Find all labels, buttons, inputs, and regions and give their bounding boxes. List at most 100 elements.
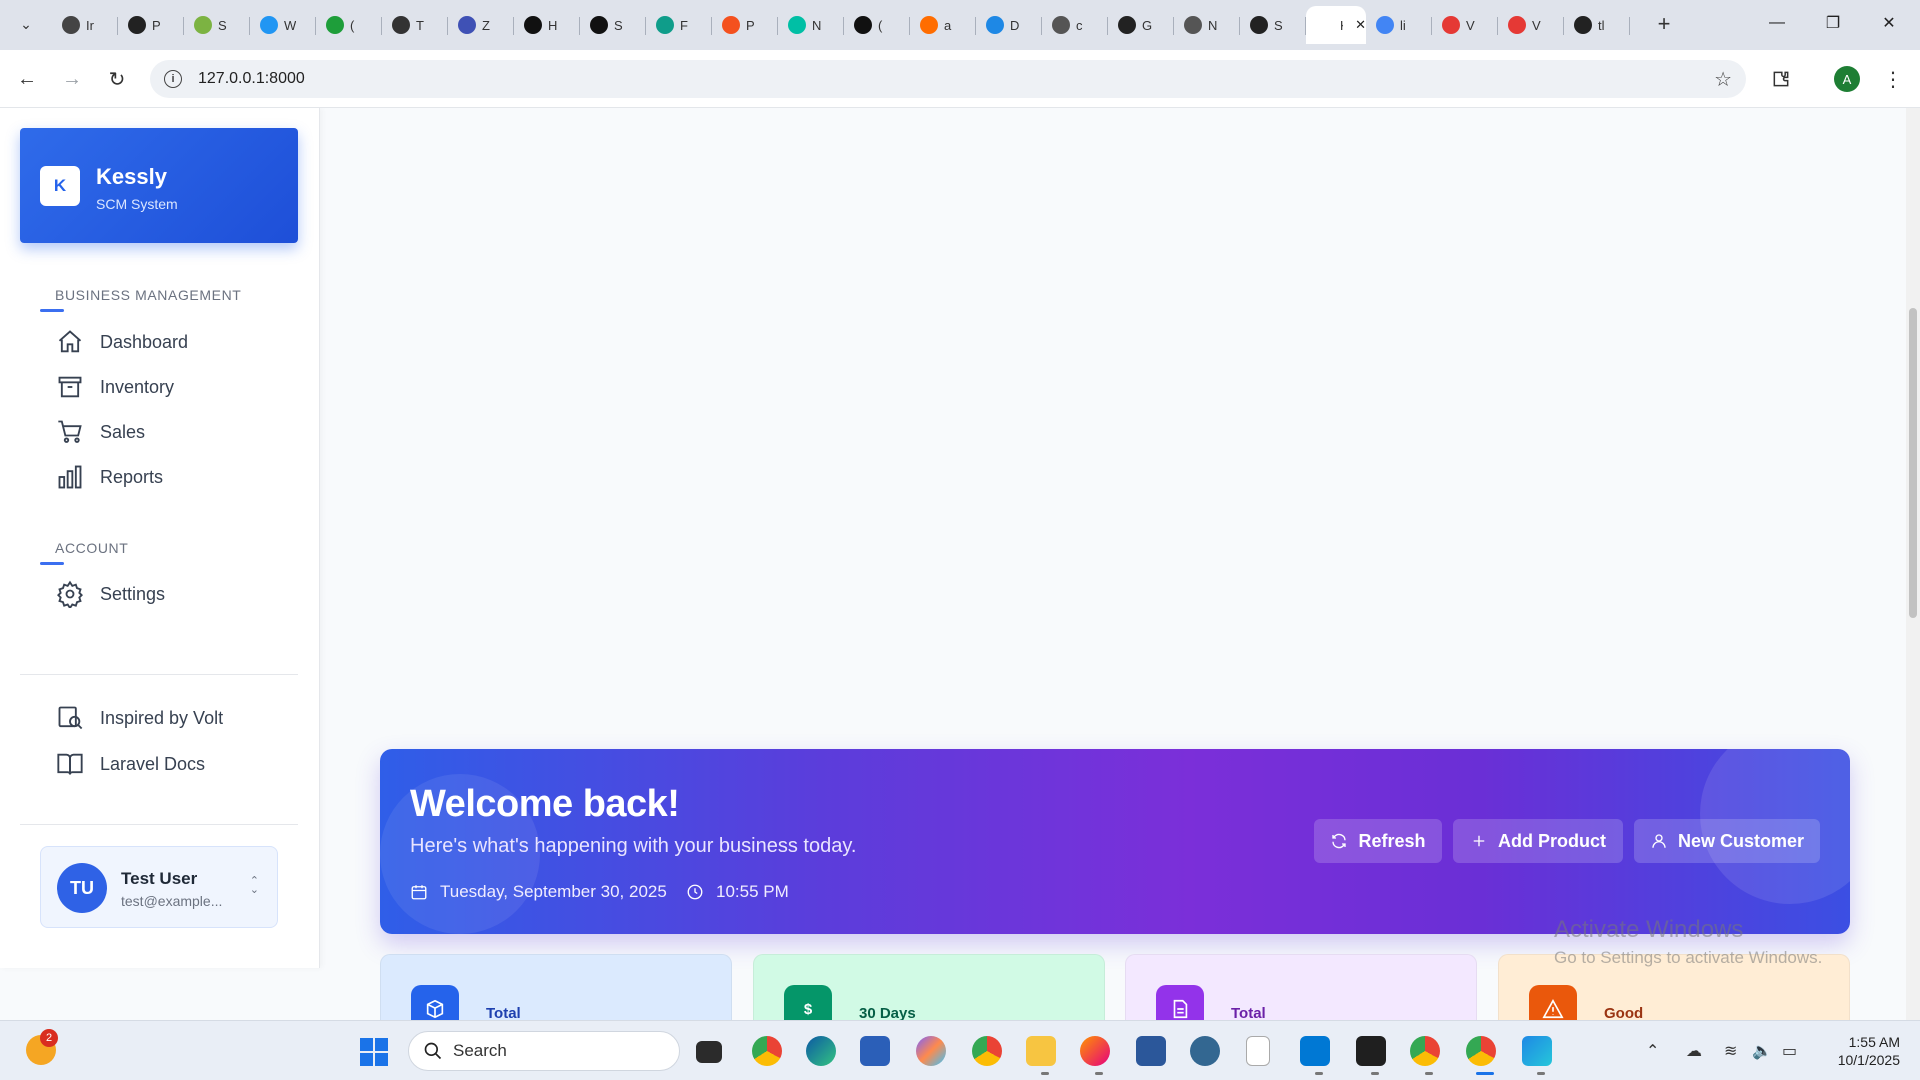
browser-tab[interactable]: Z [448, 6, 514, 44]
browser-tab[interactable]: V [1498, 6, 1564, 44]
new-customer-button[interactable]: New Customer [1634, 819, 1820, 863]
sidebar-item-dashboard[interactable]: Dashboard [56, 324, 296, 360]
browser-tab[interactable]: H [514, 6, 580, 44]
user-menu[interactable]: TU Test User test@example... ⌃ ⌄ [40, 846, 278, 928]
postgres-app-icon[interactable] [1190, 1036, 1220, 1066]
browser-tab[interactable]: Ir [52, 6, 118, 44]
stat-card-total-products[interactable]: Total [380, 954, 732, 1020]
terminal-app-icon[interactable] [1356, 1036, 1386, 1066]
sidebar-item-reports[interactable]: Reports [56, 459, 296, 495]
back-icon[interactable]: ← [12, 64, 42, 94]
photos-app-icon[interactable] [1522, 1036, 1552, 1066]
refresh-button[interactable]: Refresh [1314, 819, 1442, 863]
copilot-app-icon[interactable] [916, 1036, 946, 1066]
scrollbar-thumb[interactable] [1909, 308, 1917, 618]
task-view-icon[interactable] [696, 1041, 722, 1063]
tab-title: ( [350, 17, 355, 33]
browser-tab[interactable]: F [646, 6, 712, 44]
reload-icon[interactable]: ↻ [102, 64, 132, 94]
sidebar-link-label: Inspired by Volt [100, 707, 224, 728]
notepad-app-icon[interactable] [1246, 1036, 1270, 1066]
user-icon [1652, 834, 1666, 848]
chrome-profile-app-icon[interactable] [972, 1036, 1002, 1066]
browser-tab[interactable]: T [382, 6, 448, 44]
page-scrollbar[interactable] [1906, 108, 1920, 1020]
close-window-icon[interactable]: ✕ [1866, 8, 1912, 38]
firefox-app-icon[interactable] [1080, 1036, 1110, 1066]
browser-tab[interactable]: S [1240, 6, 1306, 44]
chevron-up-icon[interactable]: ⌃ [1646, 1041, 1659, 1061]
taskbar-search[interactable]: Search [408, 1031, 680, 1071]
tab-title: W [284, 17, 296, 33]
sidebar-item-sales[interactable]: Sales [56, 414, 296, 450]
browser-tab[interactable]: V [1432, 6, 1498, 44]
browser-tab[interactable]: ( [316, 6, 382, 44]
vscode-app-icon[interactable] [1300, 1036, 1330, 1066]
browser-tab[interactable]: G [1108, 6, 1174, 44]
add-product-button[interactable]: Add Product [1453, 819, 1623, 863]
stat-card-total-documents[interactable]: Total [1125, 954, 1477, 1020]
sidebar-link-laravel-docs[interactable]: Laravel Docs [56, 746, 296, 782]
volume-icon[interactable]: 🔈 [1752, 1041, 1772, 1061]
tab-close-icon[interactable]: ✕ [1355, 17, 1366, 33]
browser-tab[interactable]: D [976, 6, 1042, 44]
restore-icon[interactable]: ❐ [1810, 8, 1856, 38]
home-icon [58, 330, 82, 353]
edge-app-icon[interactable] [806, 1036, 836, 1066]
chrome-app-icon[interactable] [752, 1036, 782, 1066]
cloud-icon[interactable]: ☁ [1686, 1041, 1702, 1061]
browser-tab[interactable]: a [910, 6, 976, 44]
chrome-active-app-icon[interactable] [1466, 1036, 1496, 1066]
tab-favicon-icon [1442, 16, 1460, 34]
browser-tab[interactable]: W [250, 6, 316, 44]
sidebar-item-settings[interactable]: Settings [56, 576, 296, 612]
profile-avatar[interactable]: A [1834, 66, 1860, 92]
new-tab-button[interactable]: + [1650, 10, 1678, 38]
browser-tab[interactable]: tl [1564, 6, 1630, 44]
browser-tab[interactable]: ( [844, 6, 910, 44]
forward-icon[interactable]: → [57, 64, 87, 94]
tab-title: S [614, 17, 623, 33]
avatar: TU [57, 863, 107, 913]
volt-icon [58, 706, 83, 730]
extensions-icon[interactable] [1766, 64, 1796, 94]
browser-tab[interactable]: N [778, 6, 844, 44]
browser-tab[interactable]: S [184, 6, 250, 44]
windows-activation-watermark: Activate Windows Go to Settings to activ… [1554, 916, 1823, 967]
tab-favicon-icon [524, 16, 542, 34]
browser-tab[interactable]: N [1174, 6, 1240, 44]
tab-favicon-icon [1316, 16, 1334, 34]
more-options-icon[interactable]: ⋮ [1878, 64, 1908, 94]
tab-favicon-icon [1118, 16, 1136, 34]
running-indicator [1315, 1072, 1323, 1075]
file-explorer-app-icon[interactable] [1026, 1036, 1056, 1066]
user-name: Test User [121, 869, 198, 888]
browser-tab[interactable]: K✕ [1306, 6, 1366, 44]
browser-tab[interactable]: S [580, 6, 646, 44]
sidebar-item-label: Inventory [100, 376, 175, 397]
windows-start-icon[interactable] [360, 1038, 388, 1066]
tab-title: H [548, 17, 558, 33]
bookmark-star-icon[interactable]: ☆ [1714, 67, 1732, 92]
tab-favicon-icon [326, 16, 344, 34]
tab-search-chevron-icon[interactable]: ⌄ [12, 10, 40, 38]
minimize-icon[interactable]: — [1754, 8, 1800, 38]
store-app-icon[interactable] [860, 1036, 890, 1066]
word-app-icon[interactable] [1136, 1036, 1166, 1066]
sidebar-item-inventory[interactable]: Inventory [56, 369, 296, 405]
stat-card-30-days[interactable]: $ 30 Days [753, 954, 1105, 1020]
browser-tab[interactable]: P [712, 6, 778, 44]
tab-title: tl [1598, 17, 1605, 33]
address-bar[interactable]: i 127.0.0.1:8000 ☆ [150, 60, 1746, 98]
browser-tab[interactable]: li [1366, 6, 1432, 44]
browser-tab[interactable]: c [1042, 6, 1108, 44]
sidebar-link-volt[interactable]: Inspired by Volt [56, 700, 296, 736]
clock-icon [687, 884, 703, 900]
browser-tab[interactable]: P [118, 6, 184, 44]
chrome-secondary-app-icon[interactable] [1410, 1036, 1440, 1066]
site-info-icon[interactable]: i [164, 70, 182, 88]
taskbar-clock[interactable]: 1:55 AM 10/1/2025 [1820, 1033, 1900, 1069]
wifi-icon[interactable]: ≋ [1724, 1041, 1737, 1061]
brand-card[interactable]: K Kessly SCM System [20, 128, 298, 243]
battery-icon[interactable]: ▭ [1782, 1041, 1797, 1061]
